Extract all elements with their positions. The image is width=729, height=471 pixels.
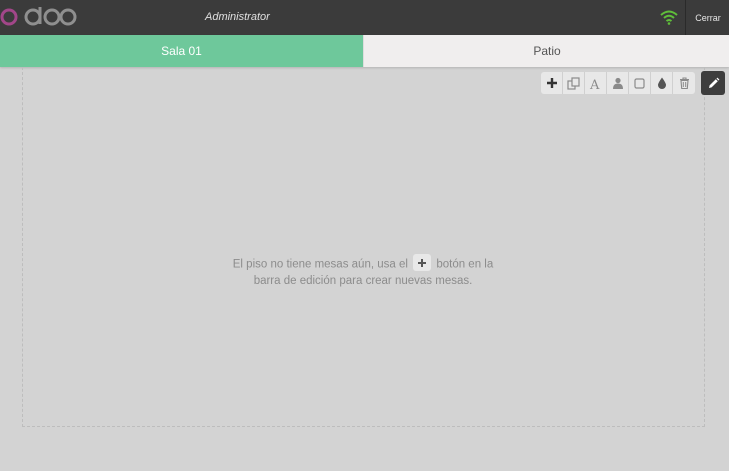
empty-floor-message: El piso no tiene mesas aún, usa el botón… [230,254,496,289]
color-icon[interactable] [651,72,673,94]
edit-floor-button[interactable] [701,71,725,95]
edit-toolbar: A [541,72,695,94]
empty-message-prefix: El piso no tiene mesas aún, usa el [232,258,408,271]
seats-icon[interactable] [607,72,629,94]
rename-icon[interactable]: A [585,72,607,94]
svg-text:A: A [589,78,600,90]
top-bar: Administrator Cerrar [0,0,729,36]
floor-area[interactable] [22,67,705,427]
add-icon[interactable] [541,72,563,94]
tab-patio[interactable]: Patio [363,35,729,67]
duplicate-icon[interactable] [563,72,585,94]
wifi-icon [660,10,678,25]
shape-icon[interactable] [629,72,651,94]
close-button[interactable]: Cerrar [685,0,729,35]
tab-sala-01[interactable]: Sala 01 [0,35,363,67]
inline-add-icon [413,254,432,271]
trash-icon[interactable] [673,72,695,94]
pencil-icon [708,77,719,88]
username: Administrator [205,11,270,23]
odoo-logo [0,7,77,26]
floor-tabs: Sala 01 Patio [0,35,729,67]
